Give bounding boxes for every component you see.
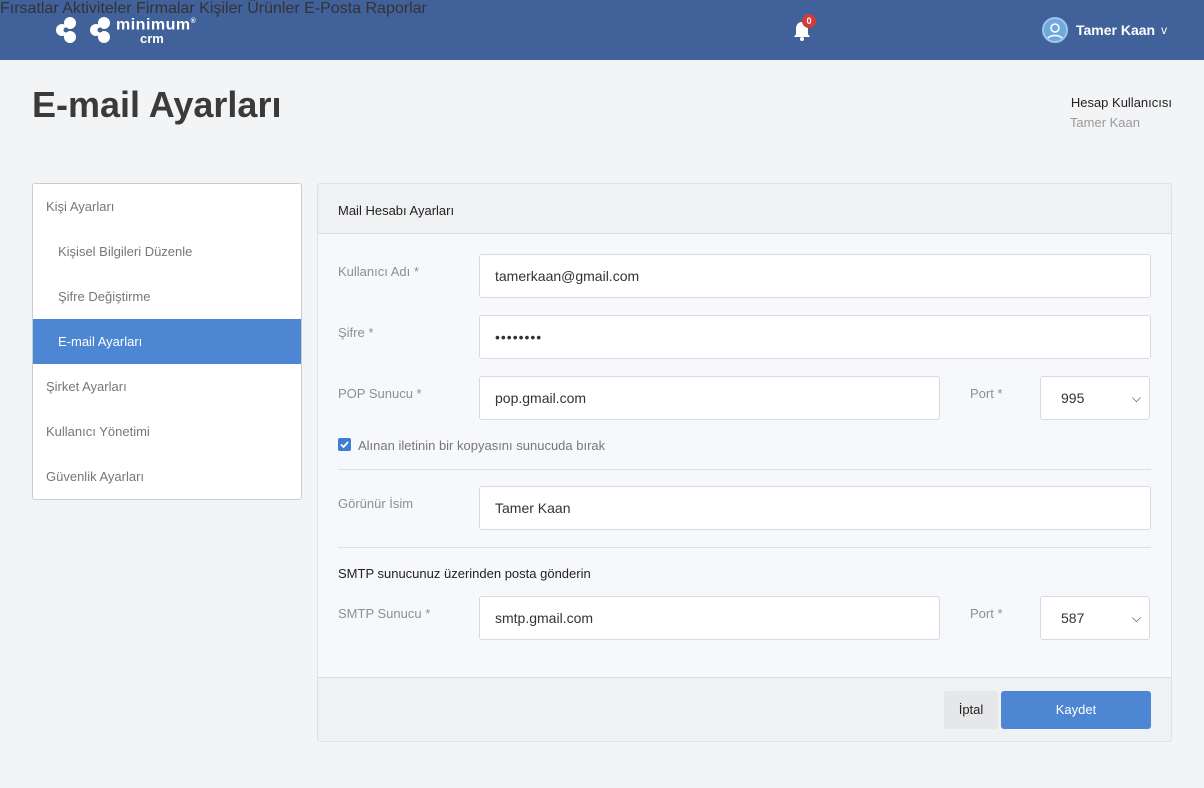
display-name-label: Görünür İsim — [338, 496, 414, 511]
sidebar-item-kullanici-yonetimi[interactable]: Kullanıcı Yönetimi — [33, 409, 301, 454]
pop-port-label: Port * — [970, 386, 1003, 401]
panel-title: Mail Hesabı Ayarları — [338, 203, 455, 218]
username-input[interactable]: tamerkaan@gmail.com — [479, 254, 1151, 298]
save-button[interactable]: Kaydet — [1001, 691, 1151, 729]
brand-logo[interactable]: minimum® crm — [56, 14, 196, 46]
sidebar-item-sifre-degistirme[interactable]: Şifre Değiştirme — [33, 274, 301, 319]
smtp-server-label: SMTP Sunucu * — [338, 606, 431, 621]
panel-header: Mail Hesabı Ayarları — [318, 184, 1171, 234]
password-label: Şifre * — [338, 325, 374, 340]
divider — [338, 547, 1151, 548]
pop-port-select[interactable]: 995 ⌵ — [1040, 376, 1150, 420]
panel-footer: İptal Kaydet — [318, 677, 1171, 741]
user-menu[interactable]: Tamer Kaan v — [1042, 17, 1167, 43]
account-name: Tamer Kaan — [1069, 115, 1140, 130]
sidebar-item-guvenlik-ayarlari[interactable]: Güvenlik Ayarları — [33, 454, 301, 499]
chevron-down-icon: ⌵ — [1131, 611, 1141, 625]
pop-server-input[interactable]: pop.gmail.com — [479, 376, 940, 420]
top-navbar: minimum® crm Fırsatlar Aktiviteler Firma… — [0, 0, 1204, 60]
smtp-port-label: Port * — [970, 606, 1003, 621]
avatar-icon — [1042, 17, 1068, 43]
check-icon — [340, 441, 349, 449]
password-input[interactable]: •••••••• — [479, 315, 1151, 359]
nav-raporlar[interactable]: Raporlar — [365, 0, 426, 17]
mail-settings-panel: Mail Hesabı Ayarları Kullanıcı Adı * tam… — [317, 183, 1172, 742]
username-label: Kullanıcı Adı * — [338, 264, 419, 279]
page-title: E-mail Ayarları — [32, 84, 282, 125]
pop-server-label: POP Sunucu * — [338, 386, 422, 401]
smtp-section-title: SMTP sunucunuz üzerinden posta gönderin — [338, 566, 591, 581]
sidebar-item-kisi-ayarlari[interactable]: Kişi Ayarları — [33, 184, 301, 229]
smtp-server-input[interactable]: smtp.gmail.com — [479, 596, 940, 640]
display-name-input[interactable]: Tamer Kaan — [479, 486, 1151, 530]
smtp-port-value: 587 — [1061, 610, 1085, 626]
brand-wordmark: minimum® crm — [116, 16, 197, 46]
divider — [338, 469, 1151, 470]
nav-e-posta[interactable]: E-Posta — [304, 0, 361, 17]
smtp-port-select[interactable]: 587 ⌵ — [1040, 596, 1150, 640]
logo-mark-icon — [56, 17, 110, 43]
sidebar-item-sirket-ayarlari[interactable]: Şirket Ayarları — [33, 364, 301, 409]
user-name: Tamer Kaan — [1076, 22, 1156, 38]
chevron-down-icon: ⌵ — [1131, 391, 1141, 405]
sidebar-item-email-ayarlari[interactable]: E-mail Ayarları — [33, 319, 301, 364]
notification-badge: 0 — [802, 14, 816, 28]
nav-firsatlar[interactable]: Fırsatlar — [0, 0, 59, 17]
nav-urunler[interactable]: Ürünler — [247, 0, 299, 17]
chevron-down-icon: v — [1161, 23, 1168, 37]
account-label: Hesap Kullanıcısı — [1070, 95, 1172, 110]
nav-kisiler[interactable]: Kişiler — [199, 0, 243, 17]
keep-copy-checkbox[interactable] — [338, 438, 351, 451]
keep-copy-label[interactable]: Alınan iletinin bir kopyasını sunucuda b… — [358, 438, 605, 453]
sidebar-item-kisisel-bilgiler[interactable]: Kişisel Bilgileri Düzenle — [33, 229, 301, 274]
cancel-button[interactable]: İptal — [944, 691, 998, 729]
settings-sidebar: Kişi Ayarları Kişisel Bilgileri Düzenle … — [32, 183, 302, 500]
pop-port-value: 995 — [1061, 390, 1085, 406]
